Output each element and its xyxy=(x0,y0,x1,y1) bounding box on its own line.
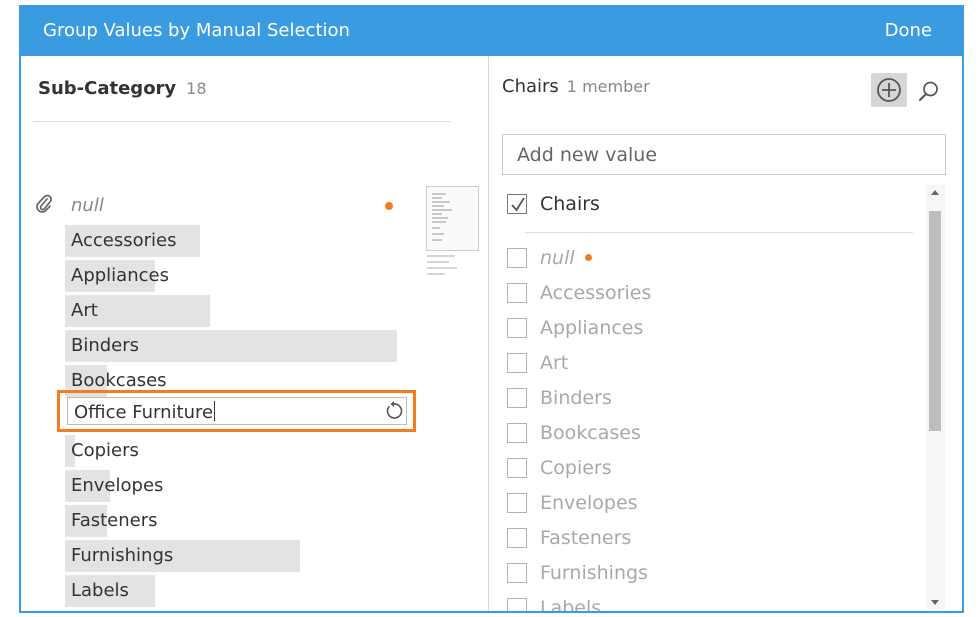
checkbox-label: Chairs xyxy=(540,193,600,215)
checkbox[interactable] xyxy=(507,423,527,443)
overview-minimap[interactable] xyxy=(426,186,479,251)
paperclip-icon[interactable] xyxy=(35,193,53,215)
checkbox-label: Fasteners xyxy=(540,527,632,549)
group-header: Chairs 1 member xyxy=(502,76,650,97)
minimap-line xyxy=(432,213,442,215)
checkbox[interactable] xyxy=(507,283,527,303)
null-indicator-dot xyxy=(584,254,592,261)
minimap-line xyxy=(432,217,448,219)
value-label: Envelopes xyxy=(71,475,164,496)
value-label: Fasteners xyxy=(71,510,158,531)
minimap-line xyxy=(432,197,442,199)
group-member-count: 1 member xyxy=(566,77,650,96)
value-label: Art xyxy=(71,300,98,321)
rename-value-text: Office Furniture xyxy=(74,402,214,423)
done-button[interactable]: Done xyxy=(885,20,932,41)
checkbox[interactable] xyxy=(507,528,527,548)
minimap-line xyxy=(432,205,444,207)
field-count: 18 xyxy=(186,79,207,98)
null-value-label: null xyxy=(540,247,575,269)
checkbox-label: Labels xyxy=(540,597,602,613)
minimap-line xyxy=(432,209,452,211)
minimap-line xyxy=(432,239,442,241)
minimap-tail xyxy=(427,267,457,269)
scroll-up-arrow-icon[interactable] xyxy=(931,190,939,195)
field-header: Sub-Category 18 xyxy=(38,78,207,99)
minimap-line xyxy=(432,227,440,229)
dialog-title: Group Values by Manual Selection xyxy=(43,20,350,41)
value-label: Bookcases xyxy=(71,370,167,391)
scroll-thumb[interactable] xyxy=(929,211,941,431)
left-divider xyxy=(33,121,451,122)
minimap-line xyxy=(432,221,446,223)
vertical-scrollbar[interactable] xyxy=(926,185,945,609)
checkbox[interactable] xyxy=(507,493,527,513)
checkbox[interactable] xyxy=(507,353,527,373)
value-label: Copiers xyxy=(71,440,139,461)
checkbox-checked[interactable] xyxy=(507,194,527,214)
field-name: Sub-Category xyxy=(38,78,177,99)
checkbox[interactable] xyxy=(507,388,527,408)
field-values-pane: Sub-Category 18 null Accessories Appliance… xyxy=(21,56,488,611)
scroll-down-arrow-icon[interactable] xyxy=(931,600,939,605)
checkbox-label: Accessories xyxy=(540,282,652,304)
checkbox-label: Envelopes xyxy=(540,492,638,514)
group-values-dialog: Group Values by Manual Selection Done Su… xyxy=(19,5,964,613)
minimap-line xyxy=(432,193,446,195)
checkmark-icon xyxy=(511,197,525,212)
value-label: Accessories xyxy=(71,230,177,251)
add-new-value-input[interactable] xyxy=(502,134,946,175)
plus-circle-icon xyxy=(877,78,901,102)
checkbox-label: Bookcases xyxy=(540,422,641,444)
text-caret xyxy=(214,401,216,421)
minimap-line xyxy=(432,201,450,203)
checkbox[interactable] xyxy=(507,598,527,611)
checkbox[interactable] xyxy=(507,248,527,268)
minimap-tail xyxy=(427,273,445,275)
checkbox[interactable] xyxy=(507,458,527,478)
checkbox-label: Art xyxy=(540,352,569,374)
checkbox-label: null xyxy=(540,247,592,269)
minimap-line xyxy=(432,233,444,235)
checkbox-label: Binders xyxy=(540,387,612,409)
value-label: Labels xyxy=(71,580,129,601)
group-name: Chairs xyxy=(502,76,559,97)
rename-value-input[interactable]: Office Furniture xyxy=(67,397,407,425)
dialog-title-bar: Group Values by Manual Selection Done xyxy=(21,5,962,56)
editing-value-frame: Office Furniture xyxy=(57,390,416,432)
group-members-pane: Chairs1 member Chairs null Ac xyxy=(488,56,962,613)
minimap-tail xyxy=(427,255,455,257)
search-icon[interactable] xyxy=(916,78,942,104)
minimap-tail xyxy=(427,261,449,263)
reset-icon[interactable] xyxy=(383,400,405,422)
checkbox[interactable] xyxy=(507,318,527,338)
add-group-button[interactable] xyxy=(871,73,907,107)
value-label: Furnishings xyxy=(71,545,174,566)
checkbox-label: Furnishings xyxy=(540,562,648,584)
value-label: Binders xyxy=(71,335,140,356)
null-value-label: null xyxy=(71,195,104,216)
checkbox-label: Appliances xyxy=(540,317,644,339)
checkbox-label: Copiers xyxy=(540,457,612,479)
checkbox[interactable] xyxy=(507,563,527,583)
null-indicator-dot xyxy=(385,202,393,210)
value-label: Appliances xyxy=(71,265,169,286)
right-divider xyxy=(525,232,913,233)
